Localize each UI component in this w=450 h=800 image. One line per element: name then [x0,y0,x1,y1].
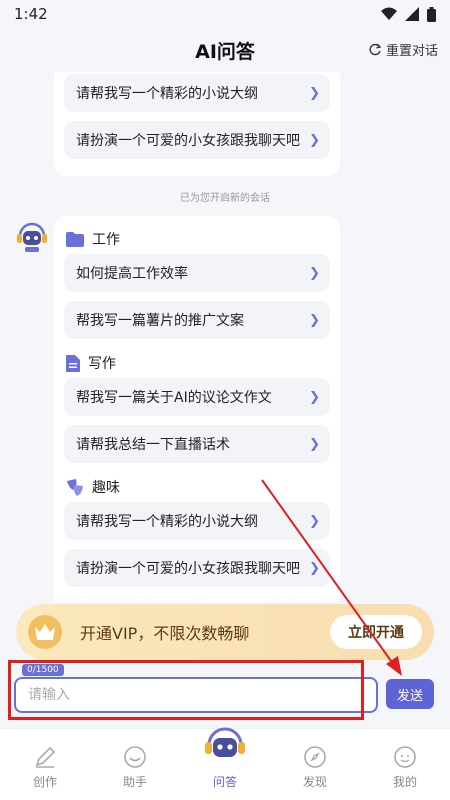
suggestion-item[interactable]: 帮我写一篇关于AI的议论文作文 ❯ [64,378,330,416]
nav-item-qa[interactable]: 问答 [180,727,270,800]
suggestion-item[interactable]: 请帮我写一个精彩的小说大纲 ❯ [64,502,330,540]
system-note: 已为您开启新的会话 [180,193,270,204]
section-title-fun: 趣味 [64,472,330,502]
pen-icon [35,746,56,768]
suggestion-item[interactable]: 请帮我写一个精彩的小说大纲 ❯ [64,74,330,112]
chevron-right-icon: ❯ [309,389,320,405]
status-icons [381,6,436,22]
mask-icon [67,478,83,496]
robot-icon [205,727,245,757]
compass-icon [304,746,326,768]
page-title: AI问答 [195,40,255,63]
suggestion-item[interactable]: 请扮演一个可爱的小女孩跟我聊天吧 ❯ [64,549,330,587]
send-button[interactable]: 发送 [386,679,434,709]
vip-banner[interactable]: 开通VIP，不限次数畅聊 立即开通 [16,604,434,660]
document-icon [66,354,80,372]
chat-input[interactable] [16,679,376,711]
battery-icon [427,6,436,22]
chevron-right-icon: ❯ [309,513,320,529]
suggestion-item[interactable]: 如何提高工作效率 ❯ [64,254,330,292]
bottom-nav: 创作 助手 问答 发现 我的 [0,727,450,800]
char-counter: 0/1500 [22,664,64,676]
chat-area: 请帮我写一个精彩的小说大纲 ❯ 请扮演一个可爱的小女孩跟我聊天吧 ❯ 已为您开启… [0,72,450,602]
suggestion-card: 工作 如何提高工作效率 ❯ 帮我写一篇薯片的推广文案 ❯ 写作 帮我写一篇关于A… [54,216,340,602]
status-bar: 1:42 [0,0,450,28]
suggestion-item[interactable]: 请帮我总结一下直播话术 ❯ [64,425,330,463]
section-title-writing: 写作 [64,348,330,378]
chevron-right-icon: ❯ [309,436,320,452]
bot-avatar-icon [17,222,47,252]
crown-icon [28,615,62,649]
folder-icon [66,231,84,247]
section-title-work: 工作 [64,224,330,254]
signal-icon [405,7,419,21]
refresh-icon [369,43,382,55]
wifi-icon [381,7,397,20]
chat-input-wrapper [14,677,378,713]
vip-open-button[interactable]: 立即开通 [330,615,422,649]
vip-text: 开通VIP，不限次数畅聊 [80,624,250,643]
smiley-icon [124,746,146,768]
reset-conversation-button[interactable]: 重置对话 [368,40,438,59]
previous-suggestion-card: 请帮我写一个精彩的小说大纲 ❯ 请扮演一个可爱的小女孩跟我聊天吧 ❯ [54,72,340,176]
status-time: 1:42 [14,5,48,23]
reset-label: 重置对话 [385,44,438,59]
nav-item-assistant[interactable]: 助手 [90,729,180,800]
chevron-right-icon: ❯ [309,560,320,576]
chevron-right-icon: ❯ [309,85,320,101]
chevron-right-icon: ❯ [309,265,320,281]
suggestion-item[interactable]: 帮我写一篇薯片的推广文案 ❯ [64,301,330,339]
chevron-right-icon: ❯ [309,312,320,328]
app-header: AI问答 重置对话 [0,28,450,72]
profile-icon [394,746,416,768]
nav-item-create[interactable]: 创作 [0,729,90,800]
chevron-right-icon: ❯ [309,132,320,148]
suggestion-item[interactable]: 请扮演一个可爱的小女孩跟我聊天吧 ❯ [64,121,330,159]
nav-item-discover[interactable]: 发现 [270,729,360,800]
nav-item-mine[interactable]: 我的 [360,729,450,800]
